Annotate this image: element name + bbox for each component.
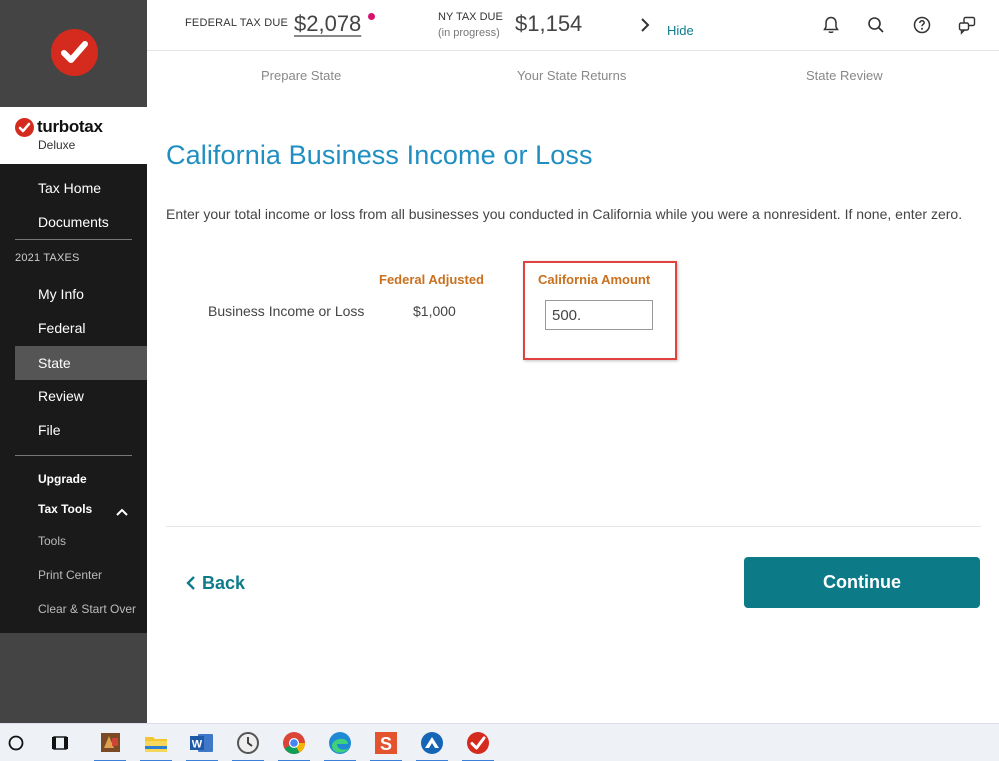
windows-taskbar: W S bbox=[0, 723, 999, 761]
edge-icon[interactable] bbox=[318, 724, 362, 761]
step-your-state-returns[interactable]: Your State Returns bbox=[517, 68, 626, 83]
california-amount-input[interactable] bbox=[545, 300, 653, 330]
sidebar-item-federal[interactable]: Federal bbox=[15, 311, 147, 345]
sidebar-item-documents[interactable]: Documents bbox=[15, 205, 147, 239]
continue-button-label: Continue bbox=[823, 572, 901, 592]
brand-name: turbotax bbox=[37, 117, 103, 136]
hide-link[interactable]: Hide bbox=[667, 23, 694, 38]
sidebar-item-review[interactable]: Review bbox=[15, 379, 147, 413]
sidebar: turbotax Deluxe Tax Home Documents 2021 … bbox=[0, 0, 147, 723]
back-button-label: Back bbox=[202, 572, 246, 593]
sidebar-item-state[interactable]: State bbox=[15, 346, 147, 380]
blue-app-icon[interactable] bbox=[410, 724, 454, 761]
sidebar-item-print-center[interactable]: Print Center bbox=[38, 568, 102, 582]
step-prepare-state[interactable]: Prepare State bbox=[261, 68, 341, 83]
intro-text: Enter your total income or loss from all… bbox=[166, 206, 963, 222]
sidebar-item-file[interactable]: File bbox=[15, 413, 147, 447]
chevron-right-icon[interactable] bbox=[638, 16, 652, 34]
app-icon[interactable] bbox=[88, 724, 132, 761]
turbotax-icon[interactable] bbox=[456, 724, 500, 761]
file-explorer-icon[interactable] bbox=[134, 724, 178, 761]
sidebar-item-upgrade[interactable]: Upgrade bbox=[38, 472, 87, 486]
chat-icon[interactable] bbox=[957, 15, 977, 35]
sidebar-divider bbox=[15, 455, 132, 456]
svg-text:S: S bbox=[380, 734, 392, 754]
row-label-business-income: Business Income or Loss bbox=[208, 303, 365, 319]
ny-tax-due-label: NY TAX DUE bbox=[438, 11, 503, 23]
clock-app-icon[interactable] bbox=[226, 724, 270, 761]
column-header-federal: Federal Adjusted bbox=[379, 272, 484, 287]
top-header: FEDERAL TAX DUE $2,078 NY TAX DUE (in pr… bbox=[147, 0, 999, 51]
sidebar-item-my-info[interactable]: My Info bbox=[15, 277, 147, 311]
start-circle-icon[interactable] bbox=[0, 724, 44, 761]
s-app-icon[interactable]: S bbox=[364, 724, 408, 761]
step-navigation: Prepare State Your State Returns State R… bbox=[147, 52, 999, 98]
back-button[interactable]: Back bbox=[186, 570, 245, 596]
sidebar-bottom bbox=[0, 633, 147, 723]
sidebar-item-tax-home[interactable]: Tax Home bbox=[15, 171, 147, 205]
notification-dot bbox=[368, 13, 375, 20]
continue-button[interactable]: Continue bbox=[744, 557, 980, 608]
federal-amount-value: $1,000 bbox=[413, 303, 456, 319]
sidebar-item-tax-tools[interactable]: Tax Tools bbox=[38, 502, 92, 516]
chevron-left-icon bbox=[186, 576, 195, 590]
federal-tax-due-label: FEDERAL TAX DUE bbox=[185, 17, 289, 29]
brand-edition: Deluxe bbox=[38, 138, 76, 152]
sidebar-section-label: 2021 TAXES bbox=[15, 252, 80, 264]
sidebar-item-tools[interactable]: Tools bbox=[38, 534, 66, 548]
federal-tax-due-value[interactable]: $2,078 bbox=[294, 11, 361, 37]
sidebar-item-clear-start-over[interactable]: Clear & Start Over bbox=[38, 602, 136, 616]
chevron-up-icon[interactable] bbox=[115, 505, 129, 519]
bell-icon[interactable] bbox=[821, 15, 841, 35]
ny-tax-due-value: $1,154 bbox=[515, 11, 583, 36]
turbotax-logo-icon[interactable] bbox=[51, 29, 98, 76]
page-title: California Business Income or Loss bbox=[166, 140, 593, 170]
help-icon[interactable] bbox=[912, 15, 932, 35]
ny-tax-due-status: (in progress) bbox=[438, 27, 500, 39]
svg-text:W: W bbox=[192, 739, 203, 751]
step-state-review[interactable]: State Review bbox=[806, 68, 883, 83]
chrome-icon[interactable] bbox=[272, 724, 316, 761]
task-view-icon[interactable] bbox=[40, 724, 84, 761]
word-icon[interactable]: W bbox=[180, 724, 224, 761]
brand-block: turbotax Deluxe bbox=[0, 107, 147, 164]
sidebar-logo-area bbox=[0, 0, 147, 107]
search-icon[interactable] bbox=[866, 15, 886, 35]
content-divider bbox=[166, 526, 981, 527]
brand-check-icon bbox=[15, 118, 34, 137]
sidebar-divider bbox=[15, 239, 132, 240]
